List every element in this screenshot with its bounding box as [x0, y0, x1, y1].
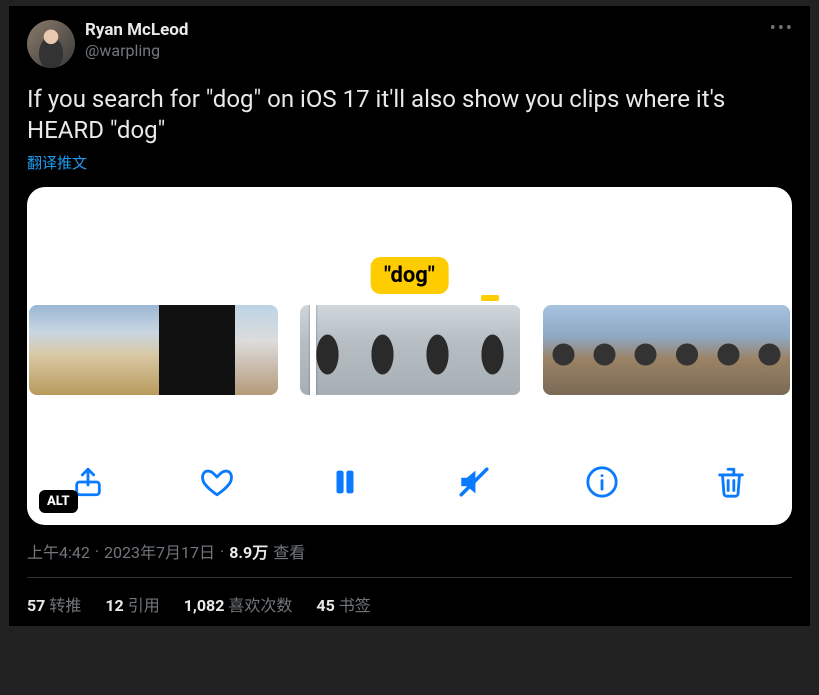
clip-group[interactable] [543, 305, 791, 395]
speaker-muted-icon [457, 465, 491, 499]
clip-thumb [465, 305, 520, 395]
views-count: 8.9万 [229, 539, 268, 563]
dot: · [95, 542, 99, 561]
clip-thumb [666, 305, 707, 395]
clip-thumb [202, 305, 235, 395]
avatar[interactable] [27, 20, 75, 68]
stat-label: 引用 [128, 596, 160, 615]
caption-bubble: "dog" [370, 257, 449, 294]
tweet-meta: 上午4:42 · 2023年7月17日 · 8.9万 查看 [27, 539, 792, 563]
stat-number: 45 [316, 596, 334, 615]
tweet-text: If you search for "dog" on iOS 17 it'll … [27, 84, 792, 146]
clip-thumb [72, 305, 115, 395]
clip-thumb [543, 305, 584, 395]
bookmark-stat[interactable]: 45 书签 [316, 592, 370, 616]
clip-thumb [29, 305, 72, 395]
tweet-card: Ryan McLeod @warpling ••• If you search … [9, 6, 810, 626]
stat-label: 转推 [49, 596, 81, 615]
like-button[interactable] [194, 459, 240, 505]
handle: @warpling [85, 41, 188, 61]
dot: · [220, 542, 224, 561]
heart-icon [200, 465, 234, 499]
clip-thumb [625, 305, 666, 395]
trash-icon [714, 465, 748, 499]
more-button[interactable]: ••• [770, 18, 794, 39]
clip-thumb [410, 305, 465, 395]
clip-thumb [115, 305, 158, 395]
author-block[interactable]: Ryan McLeod @warpling [85, 20, 188, 61]
retweet-stat[interactable]: 57转推 [27, 592, 81, 616]
views-label: 查看 [273, 539, 305, 563]
video-timeline[interactable] [27, 305, 792, 395]
clip-group[interactable] [29, 305, 278, 395]
alt-badge[interactable]: ALT [39, 490, 78, 513]
info-button[interactable] [579, 459, 625, 505]
pause-button[interactable] [322, 459, 368, 505]
tweet-time[interactable]: 上午4:42 [27, 539, 90, 563]
tweet-date[interactable]: 2023年7月17日 [104, 539, 215, 563]
stat-label: 喜欢次数 [228, 596, 292, 615]
translate-link[interactable]: 翻译推文 [27, 152, 792, 173]
clip-thumb [159, 305, 202, 395]
stat-number: 57 [27, 596, 45, 615]
tweet-header: Ryan McLeod @warpling ••• [27, 20, 792, 68]
clip-thumb [235, 305, 278, 395]
info-icon [585, 465, 619, 499]
pause-icon [328, 465, 362, 499]
playhead[interactable] [310, 305, 316, 395]
divider [27, 577, 792, 578]
display-name: Ryan McLeod [85, 20, 188, 41]
stat-number: 12 [105, 596, 123, 615]
clip-thumb [708, 305, 749, 395]
quote-stat[interactable]: 12 引用 [105, 592, 159, 616]
clip-group[interactable] [300, 305, 520, 395]
stat-number: 1,082 [184, 596, 225, 615]
media-attachment[interactable]: "dog" [27, 187, 792, 525]
clip-thumb [300, 305, 355, 395]
caption-marker [481, 295, 499, 301]
stats-row: 57转推 12 引用 1,082喜欢次数 45 书签 [27, 592, 792, 616]
mute-button[interactable] [451, 459, 497, 505]
clip-thumb [355, 305, 410, 395]
video-toolbar [27, 459, 792, 505]
clip-thumb [584, 305, 625, 395]
clip-thumb [749, 305, 790, 395]
like-stat[interactable]: 1,082喜欢次数 [184, 592, 293, 616]
stat-label: 书签 [339, 596, 371, 615]
delete-button[interactable] [708, 459, 754, 505]
